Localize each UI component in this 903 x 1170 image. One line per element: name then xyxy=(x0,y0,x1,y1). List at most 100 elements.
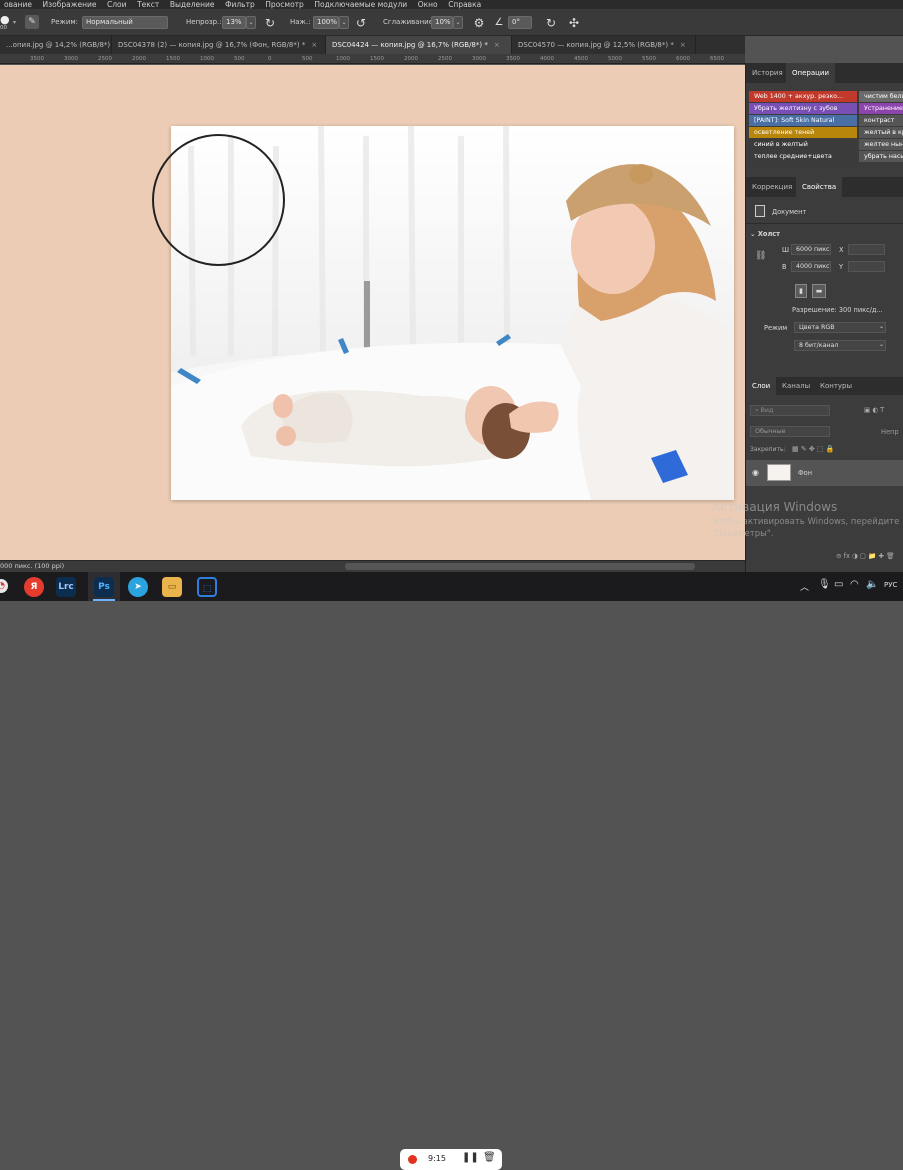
action-item[interactable]: Убрать желтизну с зубов xyxy=(749,103,857,114)
pressure-opacity-icon[interactable]: ↻ xyxy=(262,15,278,31)
menu-item-plugins[interactable]: Подключаемые модули xyxy=(310,0,411,9)
lightroom-icon[interactable]: Lrc xyxy=(56,577,76,597)
x-input[interactable] xyxy=(848,244,885,255)
height-input[interactable]: 4000 пикс xyxy=(791,261,831,272)
ruler-tick: 2500 xyxy=(438,56,452,62)
record-icon[interactable] xyxy=(408,1155,417,1164)
action-item[interactable]: убрать насы... xyxy=(859,151,903,162)
photoshop-icon[interactable]: Ps xyxy=(94,577,114,597)
language-indicator[interactable]: РУС xyxy=(884,581,897,589)
opacity-input[interactable]: 13% xyxy=(222,16,246,29)
menu-item-select[interactable]: Выделение xyxy=(166,0,219,9)
close-icon[interactable]: × xyxy=(680,41,686,49)
opacity-dropdown[interactable]: ⌄ xyxy=(246,16,256,29)
document-tab-label: DSC04378 (2) — копия.jpg @ 16,7% (Фон, R… xyxy=(118,41,306,49)
landscape-orientation-icon[interactable]: ▬ xyxy=(812,284,826,298)
close-icon[interactable]: × xyxy=(311,41,317,49)
history-actions-tabs: История Операции xyxy=(746,63,903,83)
watermark-title: Активация Windows xyxy=(712,500,838,514)
layer-filter-icons[interactable]: ▣ ◐ T xyxy=(864,406,884,414)
symmetry-butterfly-icon[interactable]: ✣ xyxy=(566,15,582,31)
brush-dropdown-icon[interactable]: ▾ xyxy=(13,19,16,26)
eye-visibility-icon[interactable]: ◉ xyxy=(752,468,759,477)
color-mode-select[interactable]: Цвета RGB xyxy=(794,322,886,333)
action-item[interactable]: желтее ныне xyxy=(859,139,903,150)
ruler-tick: 3500 xyxy=(506,56,520,62)
y-input[interactable] xyxy=(848,261,885,272)
brush-cursor-circle xyxy=(152,134,285,266)
action-item[interactable]: желтый в кр... xyxy=(859,127,903,138)
angle-input[interactable]: 0° xyxy=(508,16,532,29)
ruler-tick: 1000 xyxy=(200,56,214,62)
action-item[interactable]: осветление теней xyxy=(749,127,857,138)
tab-actions[interactable]: Операции xyxy=(786,63,835,83)
yandex-browser-icon[interactable]: Я xyxy=(24,577,44,597)
pause-icon[interactable]: ❚❚ xyxy=(462,1152,479,1163)
horizontal-scrollbar[interactable] xyxy=(345,563,695,570)
lock-icons[interactable]: ▦ ✎ ✥ ⬚ 🔒 xyxy=(792,445,835,453)
airbrush-icon[interactable]: ↺ xyxy=(353,15,369,31)
document-tab-active[interactable]: DSC04424 — копия.jpg @ 16,7% (RGB/8*) * × xyxy=(326,36,512,54)
smoothing-input[interactable]: 10% xyxy=(431,16,453,29)
file-explorer-icon[interactable]: ▭ xyxy=(162,577,182,597)
ruler-tick: 1000 xyxy=(336,56,350,62)
telegram-icon[interactable]: ➤ xyxy=(128,577,148,597)
menu-item-image[interactable]: Изображение xyxy=(39,0,101,9)
action-item[interactable]: [PAINT]: Soft Skin Natural xyxy=(749,115,857,126)
menu-item-layers[interactable]: Слои xyxy=(103,0,131,9)
smoothing-dropdown[interactable]: ⌄ xyxy=(453,16,463,29)
horizontal-ruler[interactable]: 3500 3000 2500 2000 1500 1000 500 0 500 … xyxy=(0,54,745,64)
action-item[interactable]: теплее средние+цвета xyxy=(749,151,857,162)
action-item[interactable]: Web 1400 + акхур. резко... xyxy=(749,91,857,102)
microphone-icon[interactable]: 🎙 xyxy=(818,579,831,590)
pressure-dropdown[interactable]: ⌄ xyxy=(339,16,349,29)
tab-correction[interactable]: Коррекция xyxy=(746,177,798,197)
ruler-tick: 3000 xyxy=(472,56,486,62)
menu-item-view[interactable]: Просмотр xyxy=(261,0,308,9)
action-item[interactable]: чистим белый xyxy=(859,91,903,102)
menu-item-help[interactable]: Справка xyxy=(444,0,485,9)
smoothing-settings-gear-icon[interactable]: ⚙ xyxy=(471,15,487,31)
action-item[interactable]: синий в желтый xyxy=(749,139,857,150)
windows-activation-watermark: Активация Windows Чтобы активировать Win… xyxy=(712,500,903,539)
menu-item-edit[interactable]: ование xyxy=(0,0,36,9)
speaker-icon[interactable]: 🔈 xyxy=(866,579,878,590)
bit-depth-select[interactable]: 8 бит/канал xyxy=(794,340,886,351)
document-tab[interactable]: ...опия.jpg @ 14,2% (RGB/8*) * xyxy=(0,36,112,54)
tab-channels[interactable]: Каналы xyxy=(776,377,816,395)
document-tab[interactable]: DSC04378 (2) — копия.jpg @ 16,7% (Фон, R… xyxy=(112,36,326,54)
tab-history[interactable]: История xyxy=(746,63,789,83)
pressure-input[interactable]: 100% xyxy=(313,16,339,29)
tab-properties[interactable]: Свойства xyxy=(796,177,843,197)
tab-paths[interactable]: Контуры xyxy=(814,377,858,395)
layer-bottom-icons[interactable]: ⊝ fx ◑ ▢ 📁 ✚ 🗑 xyxy=(836,552,894,560)
baby-figure xyxy=(241,386,530,467)
blend-mode-select[interactable]: Обычные xyxy=(750,426,830,437)
action-item[interactable]: Устранение... xyxy=(859,103,903,114)
menu-item-text[interactable]: Текст xyxy=(133,0,163,9)
snipping-tool-icon[interactable]: ⬚ xyxy=(197,577,217,597)
canvas-section-toggle[interactable]: ⌄ Холст xyxy=(750,230,780,238)
battery-icon[interactable]: ▭ xyxy=(834,579,843,590)
chevron-up-icon[interactable]: ︿ xyxy=(800,580,809,593)
layer-row-background[interactable]: ◉ Фон xyxy=(746,460,903,486)
menu-item-window[interactable]: Окно xyxy=(414,0,442,9)
brush-settings-icon[interactable]: ✎ xyxy=(25,15,39,29)
chrome-icon[interactable]: ◔ xyxy=(0,579,8,593)
width-input[interactable]: 6000 пикс xyxy=(791,244,831,255)
close-icon[interactable]: × xyxy=(494,41,500,49)
trash-icon[interactable]: 🗑 xyxy=(483,1152,496,1163)
layer-filter-search[interactable]: ⌕ Вид xyxy=(750,405,830,416)
ruler-tick: 2000 xyxy=(404,56,418,62)
angle-icon: ∠ xyxy=(494,17,504,28)
mode-select[interactable]: Нормальный xyxy=(82,16,168,29)
link-dimensions-icon[interactable]: ⛓ xyxy=(755,251,766,261)
portrait-orientation-icon[interactable]: ▮ xyxy=(795,284,807,298)
pressure-size-icon[interactable]: ↻ xyxy=(543,15,559,31)
menu-item-filter[interactable]: Фильтр xyxy=(221,0,259,9)
tab-layers[interactable]: Слои xyxy=(746,377,777,395)
wifi-icon[interactable]: ◠ xyxy=(850,579,859,590)
watermark-line1: Чтобы активировать Windows, перейдите xyxy=(712,517,900,527)
action-item[interactable]: контраст xyxy=(859,115,903,126)
document-tab[interactable]: DSC04570 — копия.jpg @ 12,5% (RGB/8*) * × xyxy=(512,36,696,54)
